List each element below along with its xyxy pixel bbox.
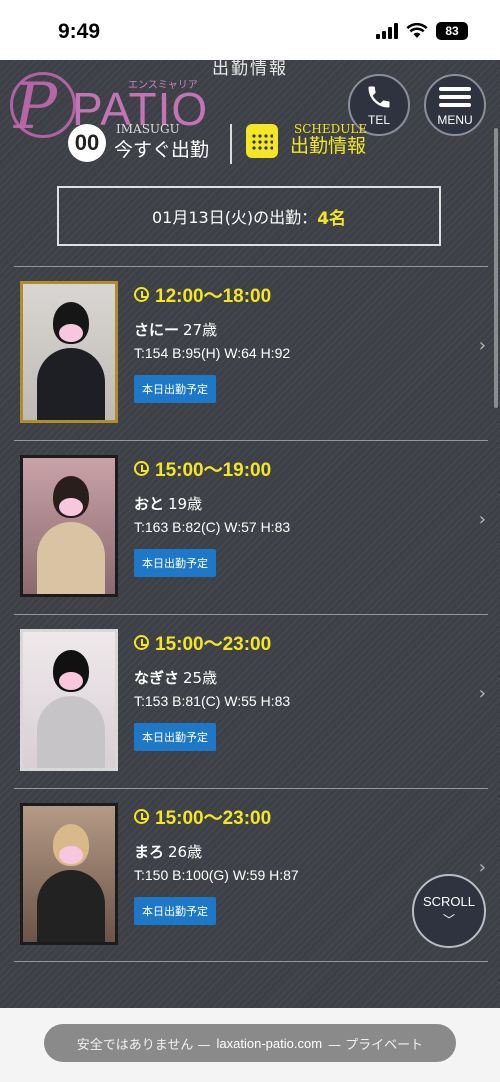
status-badge: 本日出勤予定 [134, 723, 216, 751]
date-text: 01月13日(火)の出勤： [151, 208, 318, 227]
staff-stats: T:150 B:100(G) W:59 H:87 [134, 867, 299, 883]
scrollbar[interactable] [494, 128, 498, 408]
cellular-signal-icon [376, 23, 398, 39]
staff-stats: T:154 B:95(H) W:64 H:92 [134, 345, 291, 361]
status-icons: 83 [376, 22, 468, 40]
status-badge: 本日出勤予定 [134, 897, 216, 925]
status-badge: 本日出勤予定 [134, 375, 216, 403]
tab-schedule-en: SCHEDULE [294, 122, 368, 136]
staff-name: なぎさ 25歳 [134, 669, 218, 687]
status-badge: 本日出勤予定 [134, 549, 216, 577]
chevron-right-icon: › [478, 683, 486, 704]
battery-indicator: 83 [436, 22, 468, 40]
staff-card[interactable]: 15:00〜19:00 おと 19歳 T:163 B:82(C) W:57 H:8… [14, 440, 488, 614]
browser-bottom-bar: 安全ではありません — laxation-patio.com — プライベート [0, 1008, 500, 1082]
staff-card[interactable]: 15:00〜23:00 まろ 26歳 T:150 B:100(G) W:59 H:… [14, 788, 488, 962]
clock-icon [134, 287, 149, 302]
private-label: — プライベート [328, 1037, 424, 1053]
clock-icon [134, 461, 149, 476]
staff-name: さにー 27歳 [134, 321, 218, 339]
shift-time: 12:00〜18:00 [134, 281, 271, 308]
chevron-down-icon: ﹀ [442, 913, 455, 927]
staff-name: まろ 26歳 [134, 843, 203, 861]
staff-photo[interactable] [20, 803, 118, 945]
staff-photo[interactable] [20, 281, 118, 423]
staff-stats: T:153 B:81(C) W:55 H:83 [134, 693, 291, 709]
url-domain: laxation-patio.com [216, 1035, 323, 1051]
clock-icon [134, 809, 149, 824]
tab-now[interactable]: 00 IMASUGU 今すぐ出勤 [68, 122, 210, 162]
clock-icon [134, 635, 149, 650]
now-count-badge: 00 [68, 124, 106, 162]
chevron-right-icon: › [478, 857, 486, 878]
date-summary: 01月13日(火)の出勤： 4名 [57, 186, 441, 246]
staff-name: おと 19歳 [134, 495, 203, 513]
scroll-label: SCROLL [422, 894, 476, 909]
chevron-right-icon: › [478, 335, 486, 356]
staff-stats: T:163 B:82(C) W:57 H:83 [134, 519, 291, 535]
status-time: 9:49 [58, 20, 101, 43]
tab-now-en: IMASUGU [116, 122, 180, 136]
tab-divider [230, 124, 232, 164]
security-warning: 安全ではありません — [76, 1037, 211, 1053]
shift-time: 15:00〜19:00 [134, 455, 271, 482]
staff-photo[interactable] [20, 455, 118, 597]
phone-icon [368, 86, 390, 108]
wifi-icon [406, 23, 428, 38]
hamburger-icon [439, 83, 471, 111]
chevron-right-icon: › [478, 509, 486, 530]
staff-photo[interactable] [20, 629, 118, 771]
shift-time: 15:00〜23:00 [134, 803, 271, 830]
tab-schedule[interactable]: SCHEDULE 出勤情報 [246, 122, 368, 158]
status-bar: 9:49 83 [0, 0, 500, 60]
calendar-icon [246, 124, 278, 158]
tab-bar: 00 IMASUGU 今すぐ出勤 SCHEDULE 出勤情報 [0, 122, 500, 168]
staff-card[interactable]: 15:00〜23:00 なぎさ 25歳 T:153 B:81(C) W:55 H:… [14, 614, 488, 788]
main-content: 出勤情報 P エンスミャリア PATIO TEL MENU 00 IMASUGU… [0, 60, 500, 1008]
staff-count: 4名 [317, 208, 347, 229]
scroll-button[interactable]: SCROLL ﹀ [412, 874, 486, 948]
address-bar[interactable]: 安全ではありません — laxation-patio.com — プライベート [44, 1024, 456, 1062]
shift-time: 15:00〜23:00 [134, 629, 271, 656]
tab-now-label: 今すぐ出勤 [114, 139, 210, 161]
staff-card[interactable]: 12:00〜18:00 さにー 27歳 T:154 B:95(H) W:64 H:… [14, 266, 488, 440]
